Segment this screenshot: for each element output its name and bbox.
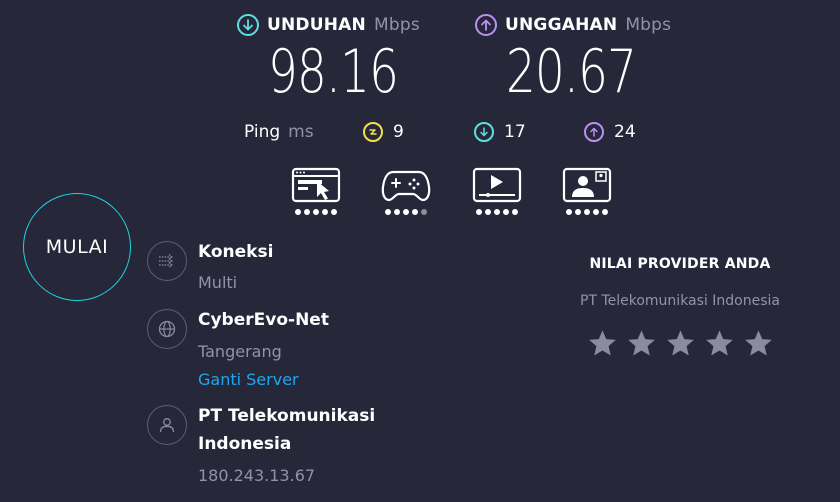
download-value: 98.16	[268, 37, 399, 107]
ping-unit: ms	[288, 122, 314, 142]
provider-name-line1: PT Telekomunikasi	[198, 406, 376, 426]
rating-provider-name: PT Telekomunikasi Indonesia	[580, 293, 780, 309]
upload-header: UNGGAHAN Mbps	[475, 14, 671, 36]
globe-icon	[147, 309, 187, 349]
ping-upload-value: 24	[614, 122, 636, 142]
arrow-down-icon	[474, 122, 494, 142]
star-1-icon[interactable]	[587, 328, 618, 359]
connection-value: Multi	[198, 273, 238, 292]
lightning-icon	[363, 122, 383, 142]
connection-icon	[147, 241, 187, 281]
arrow-up-icon	[475, 14, 497, 36]
provider-name-line2: Indonesia	[198, 434, 292, 454]
server-location: Tangerang	[198, 342, 282, 361]
activity-web-browsing	[291, 167, 341, 215]
ping-label-group: Ping ms	[244, 122, 314, 142]
star-2-icon[interactable]	[626, 328, 657, 359]
video-call-icon	[562, 167, 612, 203]
user-icon	[147, 405, 187, 445]
upload-label: UNGGAHAN	[505, 15, 618, 35]
rating-title: NILAI PROVIDER ANDA	[589, 256, 771, 272]
ping-idle: 9	[363, 122, 404, 142]
arrow-down-icon	[237, 14, 259, 36]
video-streaming-icon	[472, 167, 522, 203]
upload-result: UNGGAHAN Mbps	[475, 14, 671, 36]
upload-unit: Mbps	[625, 15, 672, 35]
start-button[interactable]: MULAI	[23, 193, 131, 301]
gaming-icon	[381, 170, 431, 202]
change-server-link[interactable]: Ganti Server	[198, 370, 299, 389]
ping-download: 17	[474, 122, 526, 142]
download-result: UNDUHAN Mbps	[237, 14, 420, 36]
star-3-icon[interactable]	[665, 328, 696, 359]
activity-gaming	[381, 167, 431, 215]
download-label: UNDUHAN	[267, 15, 366, 35]
download-unit: Mbps	[373, 15, 420, 35]
upload-value: 20.67	[506, 37, 637, 107]
video-streaming-rating	[476, 209, 518, 215]
server-name: CyberEvo-Net	[198, 310, 329, 330]
activity-video-streaming	[472, 167, 522, 215]
star-4-icon[interactable]	[704, 328, 735, 359]
star-rating	[540, 328, 820, 359]
video-call-rating	[566, 209, 608, 215]
activity-video-call	[562, 167, 612, 215]
download-header: UNDUHAN Mbps	[237, 14, 420, 36]
web-browsing-icon	[291, 167, 341, 203]
arrow-up-icon	[584, 122, 604, 142]
ping-download-value: 17	[504, 122, 526, 142]
web-browsing-rating	[295, 209, 337, 215]
ping-idle-value: 9	[393, 122, 404, 142]
provider-ip: 180.243.13.67	[198, 466, 316, 485]
ping-label: Ping	[244, 122, 281, 142]
gaming-rating	[385, 209, 427, 215]
rating-panel: NILAI PROVIDER ANDA PT Telekomunikasi In…	[540, 256, 820, 359]
connection-title: Koneksi	[198, 242, 274, 262]
ping-upload: 24	[584, 122, 636, 142]
star-5-icon[interactable]	[743, 328, 774, 359]
